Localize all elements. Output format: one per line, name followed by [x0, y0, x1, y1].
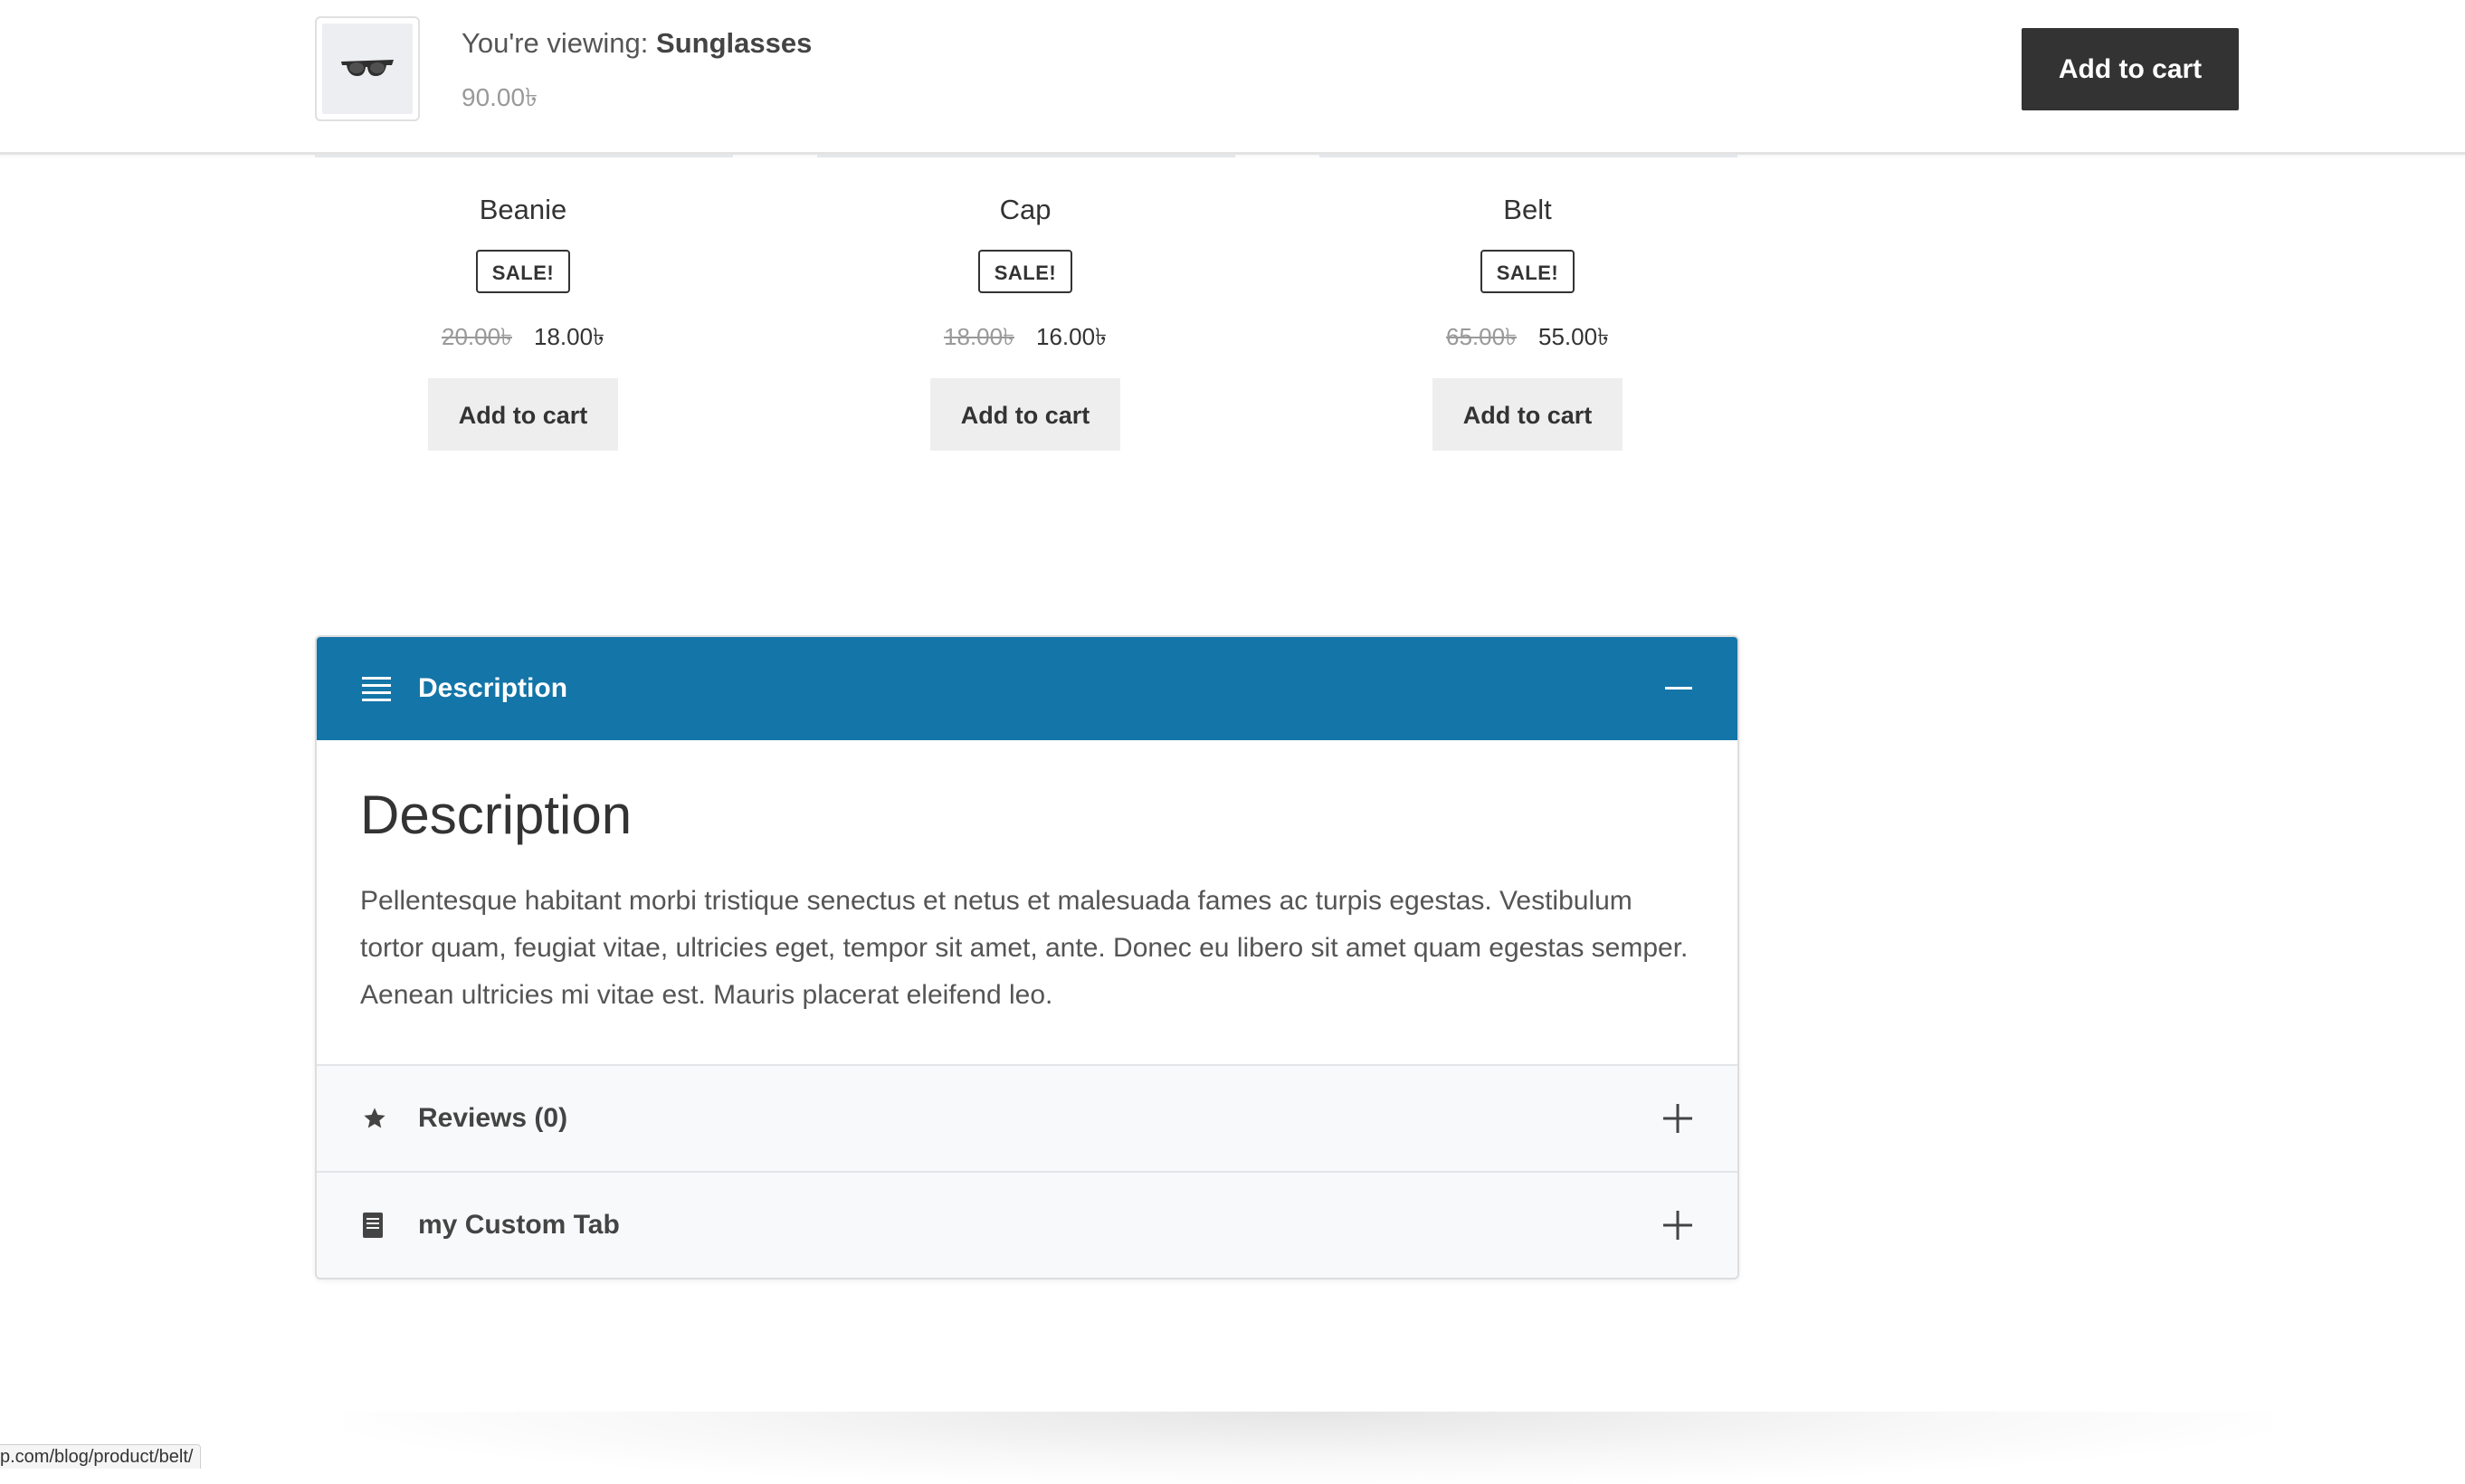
- sale-price: 55.00৳: [1538, 323, 1610, 350]
- product-tabs-accordion: Description Description Pellentesque hab…: [315, 635, 1739, 1279]
- old-price: 20.00৳: [441, 323, 512, 350]
- sale-badge: SALE!: [475, 250, 571, 293]
- list-icon: [362, 676, 391, 701]
- price-row: 65.00৳ 55.00৳: [1347, 319, 1708, 355]
- status-bar-url: p.com/blog/product/belt/: [0, 1444, 202, 1469]
- add-to-cart-button[interactable]: Add to cart: [930, 378, 1120, 451]
- sale-price: 16.00৳: [1036, 323, 1108, 350]
- sticky-add-to-cart-button[interactable]: Add to cart: [2022, 28, 2239, 110]
- price-row: 18.00৳ 16.00৳: [844, 319, 1206, 355]
- sale-price: 18.00৳: [534, 323, 605, 350]
- plus-icon[interactable]: [1663, 1211, 1692, 1240]
- sunglasses-icon: [322, 24, 413, 114]
- star-icon: [362, 1106, 387, 1131]
- old-price: 65.00৳: [1445, 323, 1517, 350]
- product-title[interactable]: Beanie: [342, 190, 704, 230]
- sale-badge: SALE!: [977, 250, 1073, 293]
- old-price: 18.00৳: [943, 323, 1014, 350]
- tab-custom-header[interactable]: my Custom Tab: [317, 1171, 1737, 1278]
- product-title[interactable]: Cap: [844, 190, 1206, 230]
- plus-icon[interactable]: [1663, 1104, 1692, 1133]
- product-thumbnail[interactable]: [315, 16, 420, 121]
- viewing-prefix: You're viewing:: [462, 27, 657, 59]
- section-shadow: [344, 1412, 2271, 1484]
- tab-description-label: Description: [418, 673, 568, 703]
- tab-reviews-label: Reviews (0): [418, 1103, 568, 1133]
- product-card-belt: Belt SALE! 65.00৳ 55.00৳ Add to cart: [1347, 190, 1708, 451]
- sticky-add-to-cart-bar: You're viewing: Sunglasses 90.00৳ Add to…: [0, 0, 2465, 155]
- description-heading: Description: [360, 785, 633, 845]
- add-to-cart-button[interactable]: Add to cart: [1432, 378, 1623, 451]
- viewing-product-name: Sunglasses: [656, 27, 813, 59]
- product-card-cap: Cap SALE! 18.00৳ 16.00৳ Add to cart: [844, 190, 1206, 451]
- tab-description-header[interactable]: Description: [317, 637, 1737, 740]
- product-card-beanie: Beanie SALE! 20.00৳ 18.00৳ Add to cart: [342, 190, 704, 451]
- minus-icon[interactable]: [1665, 675, 1692, 702]
- sale-badge: SALE!: [1480, 250, 1575, 293]
- product-title[interactable]: Belt: [1347, 190, 1708, 230]
- add-to-cart-button[interactable]: Add to cart: [428, 378, 618, 451]
- tab-reviews-header[interactable]: Reviews (0): [317, 1066, 1737, 1171]
- document-icon: [362, 1212, 384, 1239]
- viewing-label: You're viewing: Sunglasses: [462, 27, 812, 60]
- description-text: Pellentesque habitant morbi tristique se…: [360, 886, 1689, 1010]
- tab-description-panel: Description Pellentesque habitant morbi …: [317, 740, 1737, 1066]
- price-row: 20.00৳ 18.00৳: [342, 319, 704, 355]
- tab-custom-label: my Custom Tab: [418, 1210, 620, 1240]
- sticky-price: 90.00৳: [462, 83, 538, 111]
